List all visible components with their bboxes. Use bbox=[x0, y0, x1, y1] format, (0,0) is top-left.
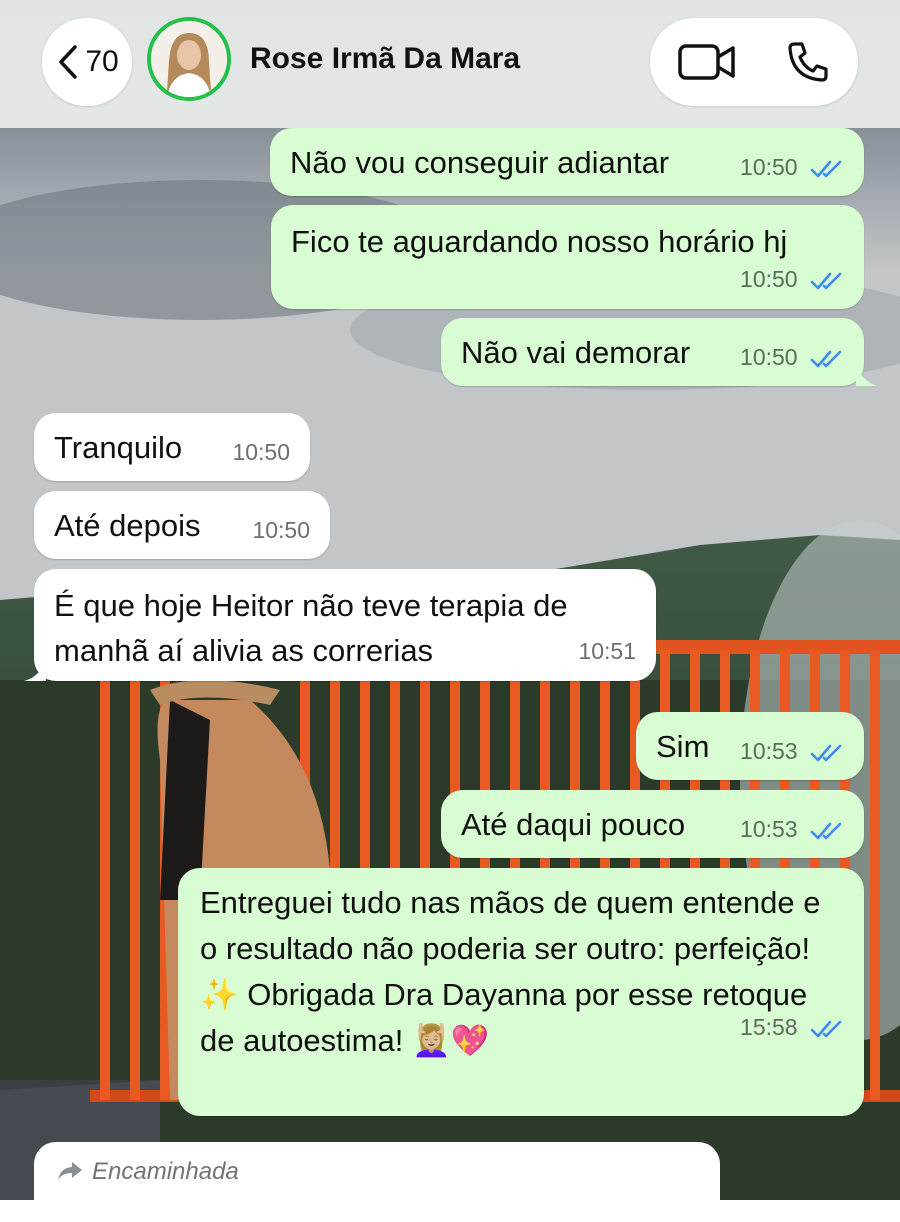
message-text: Fico te aguardando nosso horário hj bbox=[291, 224, 788, 259]
read-ticks-icon bbox=[810, 744, 842, 762]
message-bubble-outgoing[interactable]: Até daqui pouco 10:53 bbox=[441, 790, 864, 858]
bubble-tail bbox=[24, 659, 46, 681]
bubble-tail bbox=[856, 364, 878, 386]
message-text: Tranquilo bbox=[54, 430, 183, 465]
message-time: 10:53 bbox=[740, 738, 798, 764]
message-text: É que hoje Heitor não teve terapia de ma… bbox=[54, 588, 577, 668]
message-time: 10:50 bbox=[740, 344, 798, 370]
message-text: Não vou conseguir adiantar bbox=[290, 145, 670, 180]
message-meta: 10:50 bbox=[740, 342, 844, 372]
call-actions bbox=[650, 18, 858, 106]
unread-count: 70 bbox=[85, 45, 119, 78]
message-text: Sim bbox=[656, 729, 710, 764]
message-text: Até depois bbox=[54, 508, 201, 543]
forward-arrow-icon bbox=[58, 1162, 82, 1180]
message-time: 15:58 bbox=[740, 1014, 798, 1040]
chat-header: 70 Rose Irmã Da Mara bbox=[0, 0, 900, 128]
message-meta: 10:53 bbox=[740, 814, 844, 844]
read-ticks-icon bbox=[810, 350, 842, 368]
read-ticks-icon bbox=[810, 1020, 842, 1038]
message-time: 10:50 bbox=[740, 266, 798, 292]
avatar[interactable] bbox=[147, 17, 231, 101]
message-time: 10:51 bbox=[578, 638, 636, 664]
message-bubble-outgoing[interactable]: Fico te aguardando nosso horário hj 10:5… bbox=[271, 205, 864, 309]
message-bubble-outgoing[interactable]: Não vou conseguir adiantar 10:50 bbox=[270, 128, 864, 196]
message-meta: 10:50 bbox=[740, 264, 844, 294]
back-button[interactable]: 70 bbox=[42, 18, 132, 106]
chevron-left-icon bbox=[59, 45, 78, 79]
message-bubble-outgoing[interactable]: Entreguei tudo nas mãos de quem entende … bbox=[178, 868, 864, 1116]
avatar-photo bbox=[151, 21, 227, 97]
message-time: 10:50 bbox=[740, 154, 798, 180]
message-time: 10:50 bbox=[252, 517, 310, 543]
phone-icon[interactable] bbox=[786, 40, 830, 84]
message-bubble-outgoing[interactable]: Sim 10:53 bbox=[636, 712, 864, 780]
message-bubble-outgoing[interactable]: Não vai demorar 10:50 bbox=[441, 318, 864, 386]
message-text: Não vai demorar bbox=[461, 335, 691, 370]
message-meta: 10:53 bbox=[740, 736, 844, 766]
video-call-icon[interactable] bbox=[678, 42, 736, 82]
message-bubble-incoming-forwarded[interactable]: Encaminhada bbox=[34, 1142, 720, 1222]
message-text: Entreguei tudo nas mãos de quem entende … bbox=[200, 885, 830, 1058]
read-ticks-icon bbox=[810, 160, 842, 178]
forwarded-label: Encaminhada bbox=[92, 1158, 239, 1185]
message-time: 10:53 bbox=[740, 816, 798, 842]
message-time: 10:50 bbox=[232, 439, 290, 465]
message-bubble-incoming[interactable]: Até depois 10:50 bbox=[34, 491, 330, 559]
message-text: Até daqui pouco bbox=[461, 807, 686, 842]
read-ticks-icon bbox=[810, 272, 842, 290]
message-meta: 15:58 bbox=[740, 1012, 844, 1042]
read-ticks-icon bbox=[810, 822, 842, 840]
message-meta: 10:50 bbox=[740, 152, 844, 182]
contact-name[interactable]: Rose Irmã Da Mara bbox=[250, 42, 520, 76]
message-bubble-incoming[interactable]: É que hoje Heitor não teve terapia de ma… bbox=[34, 569, 656, 681]
message-bubble-incoming[interactable]: Tranquilo 10:50 bbox=[34, 413, 310, 481]
